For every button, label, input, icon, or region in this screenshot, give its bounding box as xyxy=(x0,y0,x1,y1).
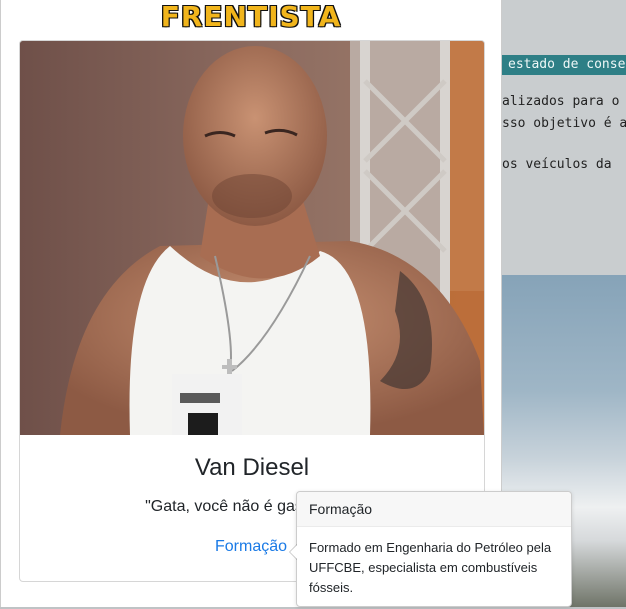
background-text-line: sso objetivo é a xyxy=(502,116,626,131)
popover-header: Formação xyxy=(297,492,571,527)
background-teal-text: estado de conse xyxy=(508,57,626,72)
formacao-link[interactable]: Formação xyxy=(215,538,287,556)
card-title: Van Diesel xyxy=(194,454,310,481)
popover-body: Formado em Engenharia do Petróleo pela U… xyxy=(309,540,552,595)
profile-photo xyxy=(20,41,484,435)
modal-title: FRENTISTA xyxy=(160,0,342,33)
popover-arrow xyxy=(289,544,297,560)
background-text-line: os veículos da xyxy=(502,157,612,172)
formacao-popover: Formação Formado em Engenharia do Petról… xyxy=(289,491,572,607)
background-text-line: alizados para o xyxy=(502,94,620,109)
